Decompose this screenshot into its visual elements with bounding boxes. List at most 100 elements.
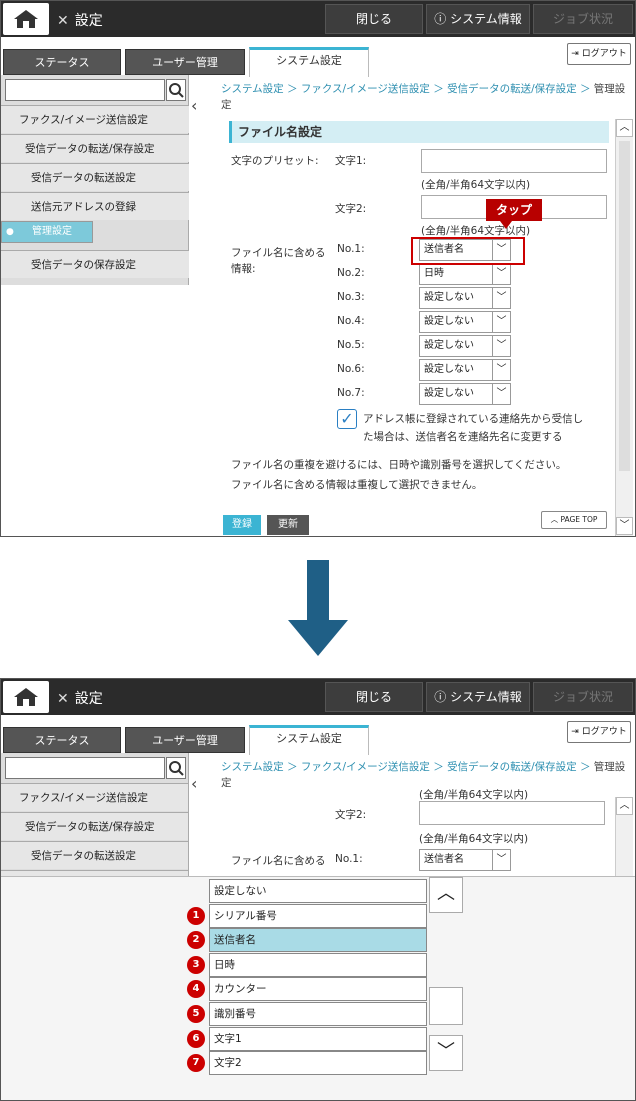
option-item[interactable]: 識別番号 [209, 1002, 427, 1026]
fileinfo-select[interactable]: 設定しない ﹀ [419, 287, 511, 309]
system-info-button[interactable]: ⓘ システム情報 [426, 4, 530, 34]
close-button-2[interactable]: 閉じる [325, 682, 423, 712]
hint2: (全角/半角64文字以内) [421, 225, 531, 237]
fileinfo-select[interactable]: 設定しない ﹀ [419, 383, 511, 405]
collapse-icon-2[interactable]: ‹ [191, 774, 207, 794]
fileinfo-select[interactable]: 設定しない ﹀ [419, 311, 511, 333]
close-button[interactable]: 閉じる [325, 4, 423, 34]
sidebar-item-fax-2[interactable]: ファクス/イメージ送信設定 [1, 783, 188, 811]
text2-input-2[interactable] [419, 801, 605, 825]
tab-status[interactable]: ステータス [3, 49, 121, 75]
search-input[interactable] [5, 79, 165, 101]
scroll-up-icon[interactable]: ︿ [616, 119, 633, 137]
sidebar-item-fax[interactable]: ファクス/イメージ送信設定 [1, 105, 189, 133]
fileinfo-select[interactable]: 日時 ﹀ [419, 263, 511, 285]
select-value: 設定しない [424, 340, 474, 351]
top-bar: ✕ 設定 閉じる ⓘ システム情報 ジョブ状況 [1, 1, 635, 37]
sidebar-item-forward-2[interactable]: 受信データの転送設定 [1, 841, 188, 869]
option-number-badge: 2 [187, 931, 205, 950]
system-info-button-2[interactable]: ⓘ システム情報 [426, 682, 530, 712]
preset-label: 文字のプリセット: [231, 155, 319, 167]
tap-highlight [411, 237, 525, 265]
info-icon: ⓘ [434, 690, 451, 704]
search-input-2[interactable] [5, 757, 165, 779]
page-top-button[interactable]: ︿ PAGE TOP [541, 511, 607, 529]
job-status-button[interactable]: ジョブ状況 [533, 4, 633, 34]
rename-checkbox[interactable]: ✓ [337, 409, 357, 429]
sidebar-item-forward-save-2[interactable]: 受信データの転送/保存設定 [1, 812, 188, 840]
text1-label: 文字1: [335, 155, 367, 167]
option-item[interactable]: 日時 [209, 952, 427, 977]
select-value: 設定しない [424, 364, 474, 375]
fileinfo-select[interactable]: 設定しない ﹀ [419, 359, 511, 381]
search-icon[interactable] [166, 757, 186, 779]
option-item[interactable]: カウンター [209, 977, 427, 1002]
app-title: ✕ 設定 [57, 13, 103, 29]
sidebar-item-admin[interactable]: ● 管理設定 [1, 221, 93, 243]
option-item[interactable]: 文字1 [209, 1026, 427, 1051]
option-item[interactable]: シリアル番号 [209, 903, 427, 928]
scrollbar[interactable]: ︿ ﹀ [615, 119, 633, 536]
chevron-down-icon: ﹀ [492, 336, 510, 356]
no-label: No.4: [337, 315, 365, 327]
tab-status-2[interactable]: ステータス [3, 727, 121, 753]
sidebar-item-store[interactable]: 受信データの保存設定 [1, 250, 189, 278]
tab-user-2[interactable]: ユーザー管理 [125, 727, 245, 753]
logout-button-2[interactable]: ⇥ ログアウト [567, 721, 631, 743]
no1-select-2[interactable]: 送信者名 ﹀ [419, 849, 511, 871]
fileinfo-select[interactable]: 設定しない ﹀ [419, 335, 511, 357]
home-icon [14, 688, 38, 706]
scroll-thumb[interactable] [619, 141, 630, 471]
list-scroll-up-button[interactable]: ︿ [429, 877, 463, 913]
sidebar-item-sender[interactable]: 送信元アドレスの登録 [1, 192, 189, 220]
sidebar-2: ファクス/イメージ送信設定 受信データの転送/保存設定 受信データの転送設定 送… [1, 753, 189, 877]
scroll-down-icon[interactable]: ﹀ [616, 517, 633, 535]
list-scroll-middle[interactable] [429, 987, 463, 1025]
hint1: (全角/半角64文字以内) [421, 179, 531, 191]
no-label: No.7: [337, 387, 365, 399]
update-button[interactable]: 更新 [267, 515, 309, 535]
chevron-down-icon: ﹀ [492, 264, 510, 284]
sidebar-item-forward-save[interactable]: 受信データの転送/保存設定 [1, 134, 189, 162]
option-number-badge: 5 [187, 1005, 205, 1023]
note-2: ファイル名に含める情報は重複して選択できません。 [231, 479, 483, 491]
tools-icon: ✕ [57, 691, 69, 707]
no-label: No.1: [337, 243, 365, 255]
arrow-down-icon [288, 560, 348, 656]
option-number-badge: 6 [187, 1029, 205, 1048]
scroll-up-icon[interactable]: ︿ [616, 797, 633, 815]
logout-button[interactable]: ⇥ ログアウト [567, 43, 631, 65]
search-icon[interactable] [166, 79, 186, 101]
tab-user[interactable]: ユーザー管理 [125, 49, 245, 75]
home-button[interactable] [3, 3, 49, 35]
fileinfo-label: ファイル名に含める [231, 247, 326, 259]
no-label: No.5: [337, 339, 365, 351]
scrollbar-2[interactable]: ︿ [615, 797, 633, 877]
no-label: No.6: [337, 363, 365, 375]
option-item[interactable]: 送信者名 [209, 928, 427, 953]
tab-system-2[interactable]: システム設定 [249, 725, 369, 755]
tools-icon: ✕ [57, 13, 69, 29]
note-1: ファイル名の重複を避けるには、日時や識別番号を選択してください。 [231, 459, 567, 471]
fileinfo-label-2: ファイル名に含める [231, 855, 326, 867]
sidebar-item-forward[interactable]: 受信データの転送設定 [1, 163, 189, 191]
text1-input[interactable] [421, 149, 607, 173]
bullet-icon: ● [6, 227, 14, 237]
select-value: 設定しない [424, 292, 474, 303]
logout-icon: ⇥ [571, 727, 582, 737]
job-status-button-2[interactable]: ジョブ状況 [533, 682, 633, 712]
list-scroll-down-button[interactable]: ﹀ [429, 1035, 463, 1071]
tab-system[interactable]: システム設定 [249, 47, 369, 77]
collapse-icon[interactable]: ‹ [191, 96, 207, 116]
screen-after: ✕ 設定 閉じる ⓘ システム情報 ジョブ状況 ステータス ユーザー管理 システム… [0, 678, 636, 1101]
hint2-2: (全角/半角64文字以内) [419, 833, 529, 845]
no-label: No.3: [337, 291, 365, 303]
select-value: 設定しない [424, 388, 474, 399]
breadcrumb: システム設定 ＞ ファクス/イメージ送信設定 ＞ 受信データの転送/保存設定 ＞… [221, 83, 626, 111]
caret-up-icon: ︿ [550, 515, 561, 524]
save-button[interactable]: 登録 [223, 515, 261, 535]
option-item[interactable]: 設定しない [209, 879, 427, 903]
option-item[interactable]: 文字2 [209, 1051, 427, 1076]
home-button-2[interactable] [3, 681, 49, 713]
tap-callout: タップ [486, 199, 542, 229]
